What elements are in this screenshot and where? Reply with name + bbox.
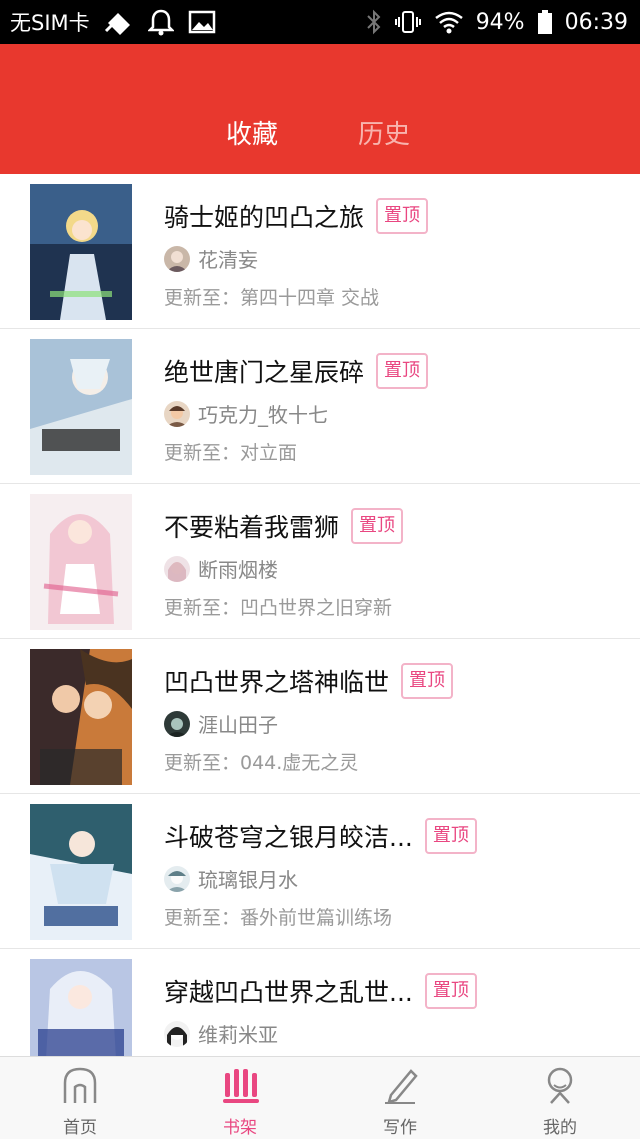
latest-update: 更新至：044.虚无之灵 (164, 752, 359, 774)
tab-history[interactable]: 历史 (358, 114, 410, 151)
nav-write-label: 写作 (383, 1118, 417, 1138)
pin-button[interactable]: 置顶 (401, 663, 454, 699)
pin-button[interactable]: 置顶 (424, 973, 477, 1009)
nav-write[interactable]: 写作 (320, 1057, 480, 1139)
data-saver-icon (104, 9, 134, 35)
latest-update: 更新至：第四十四章 交战 (164, 287, 380, 309)
pin-button[interactable]: 置顶 (424, 818, 477, 854)
nav-profile[interactable]: 我的 (480, 1057, 640, 1139)
book-cover[interactable] (30, 649, 132, 785)
wifi-icon (434, 10, 464, 34)
nav-home[interactable]: 首页 (0, 1057, 160, 1139)
book-title: 斗破苍穹之银月皎洁... (164, 823, 413, 852)
list-item[interactable]: 骑士姬的凹凸之旅 置顶 花清妄 更新至：第四十四章 交战 (0, 174, 640, 329)
bookshelf-list: 骑士姬的凹凸之旅 置顶 花清妄 更新至：第四十四章 交战 绝世唐门之星辰碎 置顶 (0, 174, 640, 1056)
latest-update: 更新至：对立面 (164, 442, 298, 464)
latest-update: 更新至：凹凸世界之旧穿新 (164, 597, 393, 619)
list-item[interactable]: 绝世唐门之星辰碎 置顶 巧克力_牧十七 更新至：对立面 (0, 329, 640, 484)
book-title: 凹凸世界之塔神临世 (164, 668, 390, 697)
status-bar: 无SIM卡 94% 06:39 (0, 0, 640, 44)
bottom-navigation: 首页 书架 写作 我的 (0, 1056, 640, 1139)
book-title: 不要粘着我雷狮 (164, 513, 340, 542)
author-name: 巧克力_牧十七 (198, 403, 328, 427)
book-cover[interactable] (30, 184, 132, 320)
list-item[interactable]: 斗破苍穹之银月皎洁... 置顶 琉璃银月水 更新至：番外前世篇训练场 (0, 794, 640, 949)
carrier-label: 无SIM卡 (10, 11, 90, 35)
pen-icon (381, 1065, 419, 1109)
latest-update: 更新至：番外前世篇训练场 (164, 907, 393, 929)
nav-profile-label: 我的 (543, 1118, 577, 1138)
pin-button[interactable]: 置顶 (376, 353, 429, 389)
tab-favorites[interactable]: 收藏 (226, 114, 278, 151)
nav-bookshelf[interactable]: 书架 (160, 1057, 320, 1139)
vibrate-icon (394, 9, 422, 35)
author-avatar (164, 245, 190, 272)
book-cover[interactable] (30, 959, 132, 1056)
author-avatar (164, 1020, 190, 1047)
list-item[interactable]: 凹凸世界之塔神临世 置顶 涯山田子 更新至：044.虚无之灵 (0, 639, 640, 794)
pin-button[interactable]: 置顶 (376, 198, 429, 234)
clock: 06:39 (564, 9, 628, 35)
battery-icon (537, 9, 553, 35)
bluetooth-icon (366, 9, 382, 35)
book-cover[interactable] (30, 804, 132, 940)
author-name: 花清妄 (198, 248, 258, 272)
nav-home-label: 首页 (63, 1118, 97, 1138)
author-avatar (164, 710, 190, 737)
book-title: 骑士姬的凹凸之旅 (164, 203, 365, 232)
author-avatar (164, 555, 190, 582)
app-header: 收藏 历史 (0, 44, 640, 174)
book-cover[interactable] (30, 494, 132, 630)
author-name: 琉璃银月水 (198, 868, 298, 892)
author-name: 涯山田子 (198, 713, 278, 737)
author-avatar (164, 400, 190, 427)
profile-icon (541, 1065, 579, 1109)
pin-button[interactable]: 置顶 (351, 508, 404, 544)
battery-percent: 94% (475, 9, 525, 35)
book-title: 穿越凹凸世界之乱世... (164, 978, 413, 1007)
author-name: 维莉米亚 (198, 1023, 278, 1047)
image-icon (188, 10, 216, 34)
home-icon (61, 1065, 99, 1109)
notification-bell-icon (147, 8, 174, 36)
author-name: 断雨烟楼 (198, 558, 278, 582)
list-item[interactable]: 穿越凹凸世界之乱世... 置顶 维莉米亚 (0, 949, 640, 1056)
list-item[interactable]: 不要粘着我雷狮 置顶 断雨烟楼 更新至：凹凸世界之旧穿新 (0, 484, 640, 639)
author-avatar (164, 865, 190, 892)
book-cover[interactable] (30, 339, 132, 475)
nav-bookshelf-label: 书架 (223, 1118, 257, 1138)
bookshelf-icon (221, 1065, 259, 1109)
book-title: 绝世唐门之星辰碎 (164, 358, 365, 387)
